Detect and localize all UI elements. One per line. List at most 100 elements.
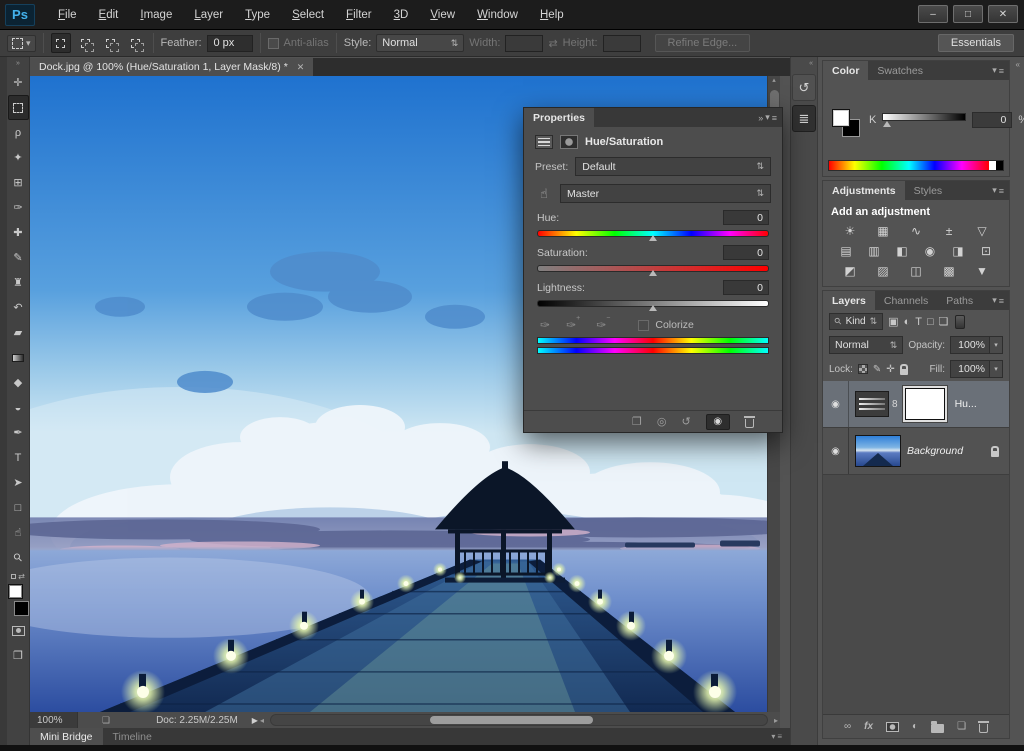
close-button[interactable]: ✕ <box>988 5 1018 23</box>
opacity-value[interactable]: 100% <box>950 336 990 354</box>
lightness-value-field[interactable]: 0 <box>723 280 769 295</box>
menu-file[interactable]: File <box>47 0 88 30</box>
mask-link-icon[interactable]: 8 <box>892 399 898 410</box>
filter-pixel-layers-icon[interactable]: ▣ <box>888 315 898 328</box>
tab-paths[interactable]: Paths <box>937 291 982 310</box>
tools-collapse-icon[interactable]: » <box>7 57 29 70</box>
lightness-slider[interactable] <box>537 298 769 312</box>
k-value-field[interactable]: 0 <box>972 112 1013 128</box>
tab-close-icon[interactable]: ✕ <box>297 62 305 73</box>
colorize-checkbox[interactable] <box>638 319 650 331</box>
lock-pixels-icon[interactable]: ✎ <box>873 364 881 375</box>
menu-window[interactable]: Window <box>466 0 529 30</box>
anti-alias-checkbox[interactable] <box>267 37 279 49</box>
fill-field[interactable]: 100% ▾ <box>950 360 1003 378</box>
crop-tool[interactable]: ⊞ <box>8 170 29 195</box>
panel-menu-button[interactable]: ▾ ≡ <box>987 61 1009 80</box>
pen-tool[interactable]: ✒ <box>8 420 29 445</box>
black-white-icon[interactable]: ◧ <box>893 244 911 258</box>
brightness-contrast-icon[interactable]: ☀ <box>841 224 859 238</box>
curves-icon[interactable]: ∿ <box>907 224 925 238</box>
width-input[interactable] <box>505 34 544 52</box>
menu-select[interactable]: Select <box>281 0 335 30</box>
toggle-visibility-button[interactable]: ◉ <box>705 413 730 430</box>
vibrance-icon[interactable]: ▽ <box>973 224 991 238</box>
refine-edge-button[interactable]: Refine Edge... <box>654 34 751 52</box>
saturation-value-field[interactable]: 0 <box>723 245 769 260</box>
quick-mask-button[interactable] <box>8 618 29 643</box>
color-lookup-icon[interactable]: ⊡ <box>977 244 995 258</box>
layer-name[interactable]: Hu... <box>955 398 977 410</box>
exposure-icon[interactable]: ± <box>940 224 958 238</box>
lightness-slider-thumb[interactable] <box>649 305 657 311</box>
eraser-tool[interactable]: ▰ <box>8 320 29 345</box>
spectrum-white-swatch[interactable] <box>989 161 996 170</box>
menu-layer[interactable]: Layer <box>183 0 234 30</box>
threshold-icon[interactable]: ◫ <box>907 264 925 278</box>
menu-edit[interactable]: Edit <box>88 0 130 30</box>
eyedropper-add-icon[interactable]: ✑+ <box>566 315 580 332</box>
layer-style-button[interactable]: fx <box>864 721 873 732</box>
saturation-slider[interactable] <box>537 263 769 277</box>
healing-brush-tool[interactable]: ✚ <box>8 220 29 245</box>
filter-smart-objects-icon[interactable]: ❏ <box>939 315 949 328</box>
background-color-swatch[interactable] <box>13 601 29 616</box>
brush-tool[interactable]: ✎ <box>8 245 29 270</box>
hue-slider-thumb[interactable] <box>649 235 657 241</box>
layer-filter-kind-dropdown[interactable]: ⚲ Kind ⇅ <box>829 313 884 330</box>
swap-colors-icon[interactable]: ⇄ <box>18 572 25 581</box>
selection-subtract-button[interactable] <box>101 33 121 53</box>
shape-tool[interactable]: □ <box>8 495 29 520</box>
layer-row-background[interactable]: ◉ Background <box>823 428 1009 475</box>
tab-channels[interactable]: Channels <box>875 291 937 310</box>
photo-filter-icon[interactable]: ◉ <box>921 244 939 258</box>
swap-colors-row[interactable]: ⇄ <box>7 570 29 582</box>
selection-add-button[interactable] <box>76 33 96 53</box>
menu-type[interactable]: Type <box>234 0 281 30</box>
gradient-tool[interactable] <box>8 345 29 370</box>
horizontal-scroll-thumb[interactable] <box>429 716 594 724</box>
workspace-switcher-button[interactable]: Essentials <box>937 34 1014 52</box>
k-slider-thumb[interactable] <box>883 121 892 127</box>
panel-menu-button[interactable]: ▾ ≡ <box>987 181 1009 200</box>
tab-color[interactable]: Color <box>823 61 869 80</box>
mask-badge-icon[interactable] <box>560 135 578 149</box>
posterize-icon[interactable]: ▨ <box>874 264 892 278</box>
adjustment-layer-thumbnail[interactable] <box>855 391 889 417</box>
properties-panel-button[interactable]: ≣ <box>792 105 816 132</box>
delete-layer-button[interactable] <box>978 720 990 733</box>
spectrum-black-swatch[interactable] <box>996 161 1003 170</box>
fill-value[interactable]: 100% <box>950 360 990 378</box>
minimize-button[interactable]: – <box>918 5 948 23</box>
reset-adjustment-button[interactable]: ↺ <box>681 415 690 428</box>
tab-adjustments[interactable]: Adjustments <box>823 181 905 200</box>
channel-dropdown[interactable]: Master ⇅ <box>560 184 771 203</box>
layer-visibility-toggle[interactable]: ◉ <box>823 381 849 427</box>
layer-row-hue-saturation[interactable]: ◉ 8 Hu... <box>823 381 1009 428</box>
color-balance-icon[interactable]: ▥ <box>865 244 883 258</box>
blur-tool[interactable]: ◆ <box>8 370 29 395</box>
height-input[interactable] <box>602 34 641 52</box>
feather-input[interactable]: 0 px <box>206 34 253 52</box>
quick-selection-tool[interactable]: ✦ <box>8 145 29 170</box>
preset-dropdown[interactable]: Default ⇅ <box>575 157 771 176</box>
lock-transparency-icon[interactable] <box>857 364 868 374</box>
k-slider[interactable] <box>882 113 967 127</box>
selection-intersect-button[interactable] <box>126 33 146 53</box>
canvas-horizontal-scrollbar[interactable] <box>269 714 768 726</box>
swap-dimensions-icon[interactable]: ⇄ <box>548 37 557 50</box>
gradient-map-icon[interactable]: ▩ <box>940 264 958 278</box>
dock-collapse-icon[interactable]: « <box>1016 60 1020 69</box>
k-slider-track[interactable] <box>882 113 967 121</box>
hue-slider[interactable] <box>537 228 769 242</box>
layer-mask-thumbnail[interactable] <box>905 389 944 419</box>
foreground-color-swatch[interactable] <box>7 584 23 599</box>
filter-type-layers-icon[interactable]: T <box>915 316 922 328</box>
layer-filter-toggle[interactable] <box>955 314 966 329</box>
add-layer-mask-button[interactable] <box>886 721 900 732</box>
properties-panel-header[interactable]: Properties » ▾ ≡ <box>524 108 782 127</box>
channel-mixer-icon[interactable]: ◨ <box>949 244 967 258</box>
dodge-tool[interactable]: ◒ <box>8 395 29 420</box>
scroll-up-icon[interactable]: ▴ <box>772 76 776 86</box>
opacity-dropdown-icon[interactable]: ▾ <box>990 336 1003 354</box>
